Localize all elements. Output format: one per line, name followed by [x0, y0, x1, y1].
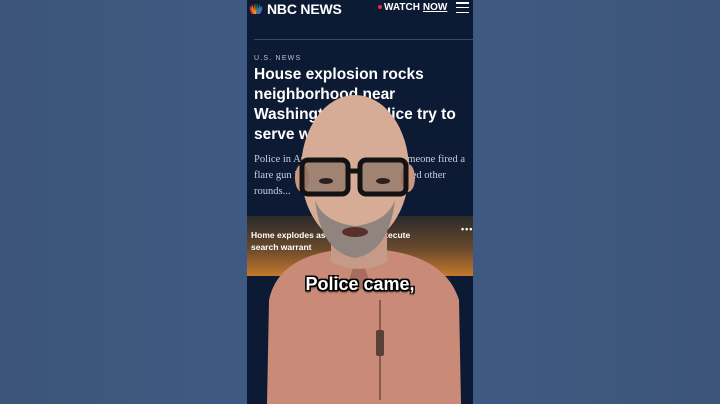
video-subtitle: Police came,	[305, 274, 415, 294]
phone-screen: NBC NEWS WATCH NOW U.S. NEWS House explos…	[247, 0, 473, 404]
speaker-person-image	[267, 95, 461, 404]
